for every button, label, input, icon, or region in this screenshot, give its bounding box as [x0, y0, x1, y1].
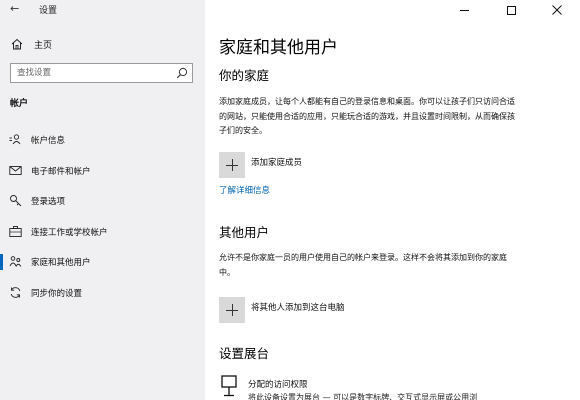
kiosk-icon: [221, 375, 237, 397]
sidebar-item-label: 家庭和其他用户: [31, 258, 91, 268]
assigned-access-description: 将此设备设置为展台 — 可以是数字标牌、交互式显示屏或公用浏: [248, 393, 478, 400]
close-icon: [552, 5, 562, 15]
window-title: 设置: [39, 6, 58, 16]
sidebar-item-label: 帐户信息: [31, 136, 66, 146]
plus-icon: [219, 152, 245, 178]
sidebar-item-sign-in-options[interactable]: 登录选项: [0, 191, 205, 211]
maximize-button[interactable]: [488, 0, 534, 20]
sidebar-item-label: 登录选项: [31, 197, 66, 207]
sidebar: ← 设置 主页 帐户 帐户信息 电子邮件和帐户: [0, 0, 205, 400]
add-family-member-label: 添加家庭成员: [251, 158, 303, 168]
section-label: 帐户: [10, 99, 29, 109]
close-button[interactable]: [534, 0, 580, 20]
add-other-user-label: 将其他人添加到这台电脑: [251, 303, 345, 313]
sidebar-item-label: 同步你的设置: [31, 289, 83, 299]
minimize-button[interactable]: [442, 0, 488, 20]
other-users-description: 允许不是你家庭一员的用户使用自己的帐户来登录。这样不会将其添加到你的家庭中。: [219, 253, 507, 277]
home-icon: [11, 38, 23, 50]
sync-icon: [10, 287, 21, 298]
mail-icon: [9, 166, 22, 175]
plus-icon: [219, 297, 245, 323]
page-title: 家庭和其他用户: [219, 38, 338, 58]
sidebar-item-account-info[interactable]: 帐户信息: [0, 130, 205, 150]
sidebar-item-family-other-users[interactable]: 家庭和其他用户: [0, 252, 205, 272]
add-family-member-button[interactable]: 添加家庭成员: [219, 152, 302, 178]
sidebar-item-label: 连接工作或学校帐户: [31, 228, 108, 238]
assigned-access-link[interactable]: 分配的访问权限: [248, 378, 308, 390]
selection-indicator: [0, 254, 3, 270]
other-users-heading: 其他用户: [219, 225, 270, 240]
key-icon: [10, 195, 22, 207]
search-input[interactable]: [17, 65, 177, 81]
kiosk-heading: 设置展台: [219, 346, 270, 361]
sidebar-item-label: 电子邮件和帐户: [31, 167, 91, 177]
back-arrow-icon[interactable]: ←: [10, 2, 24, 16]
family-icon: [9, 256, 22, 267]
add-other-user-button[interactable]: 将其他人添加到这台电脑: [219, 297, 345, 323]
family-heading: 你的家庭: [219, 68, 270, 83]
main-content: 家庭和其他用户 你的家庭 添加家庭成员，让每个人都能有自己的登录信息和桌面。你可…: [205, 0, 580, 400]
home-label: 主页: [34, 40, 53, 51]
account-info-icon: [9, 134, 21, 145]
briefcase-icon: [9, 226, 22, 237]
window-caption-buttons: [442, 0, 580, 20]
sidebar-item-email-accounts[interactable]: 电子邮件和帐户: [0, 161, 205, 181]
family-description: 添加家庭成员，让每个人都能有自己的登录信息和桌面。你可以让孩子们只访问合适的网站…: [219, 97, 515, 135]
sidebar-item-sync-settings[interactable]: 同步你的设置: [0, 283, 205, 303]
search-icon[interactable]: [176, 67, 188, 79]
home-nav-item[interactable]: 主页: [10, 37, 52, 51]
sidebar-item-work-school[interactable]: 连接工作或学校帐户: [0, 222, 205, 242]
search-box[interactable]: [10, 63, 193, 83]
learn-more-link[interactable]: 了解详细信息: [219, 184, 270, 196]
